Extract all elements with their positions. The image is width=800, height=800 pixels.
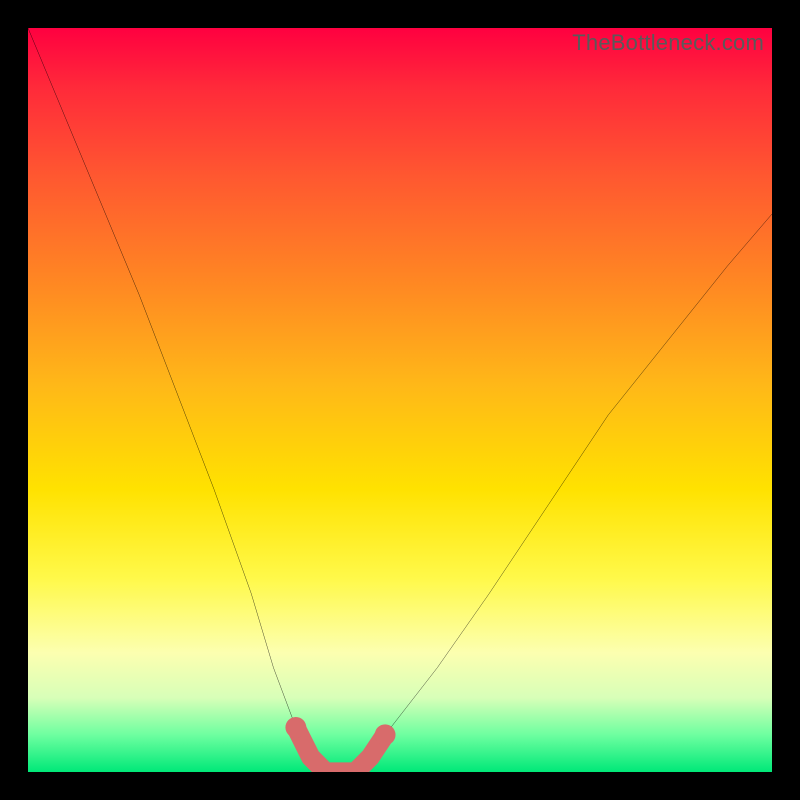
curve-layer [28,28,772,772]
plot-area: TheBottleneck.com [28,28,772,772]
chart-frame: TheBottleneck.com [0,0,800,800]
highlight-dot [375,724,396,745]
highlight-dot [285,717,306,738]
bottleneck-curve [28,28,772,772]
highlight-segment [296,727,385,772]
